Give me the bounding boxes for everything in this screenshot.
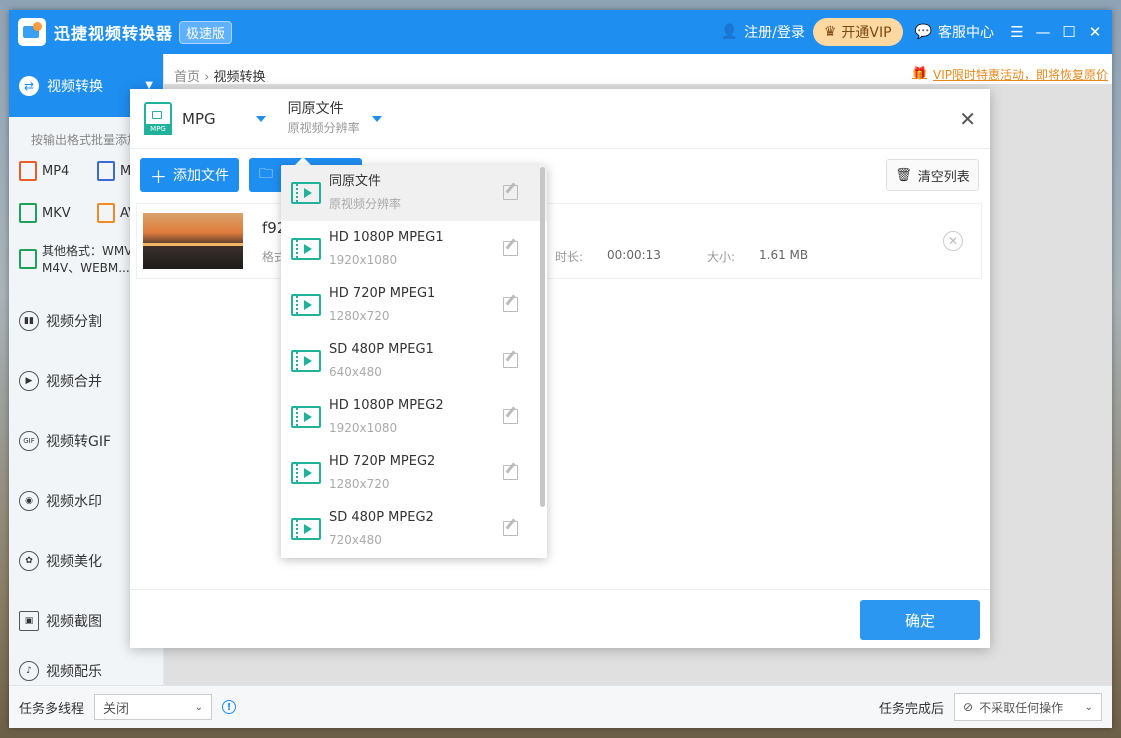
resolution-dropdown-arrow-icon[interactable]: [371, 115, 382, 122]
format-dropdown-arrow-icon[interactable]: [255, 115, 266, 122]
edit-icon[interactable]: [503, 521, 518, 536]
resolution-dropdown: 同原文件 原视频分辨率 HD 1080P MPEG1 1920x1080 HD 72…: [281, 165, 547, 558]
convert-icon: ⇄: [19, 75, 39, 96]
plus-icon: ＋: [150, 167, 167, 188]
clear-list-button[interactable]: 🗑 清空列表: [886, 159, 979, 191]
service-button[interactable]: 💬 客服中心: [915, 22, 994, 42]
resolution-option[interactable]: SD 480P MPEG1 640x480: [281, 333, 547, 389]
video-icon: [291, 294, 321, 316]
avi-file-icon: [97, 203, 115, 223]
confirm-button[interactable]: 确定: [860, 600, 980, 640]
app-logo-icon: [18, 18, 46, 46]
video-icon: [291, 406, 321, 428]
size-value: 1.61 MB: [759, 248, 809, 262]
output-format[interactable]: MPG: [182, 110, 216, 128]
edit-icon[interactable]: [503, 409, 518, 424]
threads-value: 关闭: [103, 701, 130, 717]
mpg-file-icon: MPG: [144, 102, 172, 135]
after-task-label: 任务完成后: [878, 701, 944, 717]
vip-button[interactable]: ♛ 开通VIP: [812, 18, 903, 46]
crown-icon: ♛: [823, 24, 837, 40]
resolution-option[interactable]: SD 480P MPEG2 720x480: [281, 501, 547, 557]
format-mkv[interactable]: MKV: [19, 203, 97, 223]
size-label: 大小:: [707, 250, 736, 264]
edit-icon[interactable]: [503, 185, 518, 200]
chevron-down-icon: ⌄: [1084, 701, 1093, 713]
sidebar-active-label: 视频转换: [47, 78, 103, 95]
edit-icon[interactable]: [503, 353, 518, 368]
after-task-select[interactable]: ⊘ 不采取任何操作 ⌄: [954, 693, 1102, 721]
dropdown-scrollbar[interactable]: [540, 167, 545, 507]
promo-link[interactable]: 🎁 VIP限时特惠活动，即将恢复原价: [912, 66, 1108, 83]
login-label: 注册/登录: [744, 25, 805, 41]
watermark-icon: ◉: [19, 491, 39, 511]
menu-icon[interactable]: ☰: [1004, 10, 1030, 54]
video-icon: [291, 350, 321, 372]
resolution-option[interactable]: HD 720P MPEG1 1280x720: [281, 277, 547, 333]
merge-icon: ▶: [19, 371, 39, 391]
user-icon: 👤: [720, 24, 739, 40]
service-label: 客服中心: [938, 25, 994, 41]
chevron-down-icon: ⌄: [194, 701, 204, 713]
bottom-bar: 任务多线程 关闭 ⌄ ! 任务完成后 ⊘ 不采取任何操作 ⌄: [9, 685, 1112, 728]
resolution-title: 同原文件: [287, 100, 344, 117]
threads-select[interactable]: 关闭 ⌄: [94, 694, 213, 720]
resolution-option[interactable]: HD 1080P MPEG1 1920x1080: [281, 221, 547, 277]
info-icon[interactable]: !: [222, 700, 237, 714]
split-icon: ▮▮: [19, 311, 39, 331]
clear-list-label: 清空列表: [917, 169, 970, 185]
video-icon: [291, 518, 321, 540]
other-file-icon: [19, 249, 37, 269]
close-icon[interactable]: ✕: [959, 107, 976, 131]
breadcrumb: 首页 › 视频转换: [174, 70, 266, 85]
breadcrumb-home[interactable]: 首页: [174, 70, 200, 85]
promo-text: VIP限时特惠活动，即将恢复原价: [933, 68, 1108, 82]
edit-icon[interactable]: [503, 241, 518, 256]
gif-icon: GIF: [19, 431, 39, 451]
resolution-option[interactable]: HD 720P MPEG2 1280x720: [281, 445, 547, 501]
format-mp4[interactable]: MP4: [19, 161, 97, 181]
threads-label: 任务多线程: [19, 701, 85, 717]
video-icon: [291, 182, 321, 204]
add-file-button[interactable]: ＋ 添加文件: [140, 158, 239, 192]
folder-icon: 🗀: [259, 166, 273, 182]
video-icon: [291, 462, 321, 484]
mkv-file-icon: [19, 203, 37, 223]
sidebar-item-music[interactable]: ♪ 视频配乐: [9, 651, 163, 683]
mp4-file-icon: [19, 161, 37, 181]
gift-icon: 🎁: [912, 66, 927, 80]
mov-file-icon: [97, 161, 115, 181]
breadcrumb-current: 视频转换: [213, 70, 266, 85]
app-title: 迅捷视频转换器: [54, 24, 174, 43]
resolution-select[interactable]: 同原文件 原视频分辨率: [288, 100, 360, 138]
video-thumbnail: [143, 213, 243, 269]
vip-label: 开通VIP: [841, 25, 892, 41]
minimize-icon[interactable]: —: [1030, 10, 1056, 54]
chat-icon: 💬: [914, 24, 932, 40]
duration-label: 时长:: [555, 250, 584, 264]
file-row[interactable]: f92 格式 时长: 00:00:13 大小: 1.61 MB ✕: [136, 203, 982, 279]
video-icon: [291, 238, 321, 260]
format-dialog: MPG MPG 同原文件 原视频分辨率 ✕ ＋ 添加文件 🗀 🗑 清空列表 f9…: [130, 89, 990, 648]
edition-badge: 极速版: [179, 20, 233, 44]
screenshot-icon: ▣: [19, 611, 39, 631]
login-button[interactable]: 👤 注册/登录: [721, 22, 805, 42]
duration-value: 00:00:13: [607, 248, 661, 262]
after-task-value: 不采取任何操作: [979, 700, 1064, 715]
add-file-label: 添加文件: [173, 168, 229, 184]
edit-icon[interactable]: [503, 297, 518, 312]
edit-icon[interactable]: [503, 465, 518, 480]
music-icon: ♪: [19, 661, 39, 681]
maximize-icon[interactable]: ☐: [1056, 10, 1082, 54]
beautify-icon: ✿: [19, 551, 39, 571]
close-window-icon[interactable]: ✕: [1082, 10, 1108, 54]
remove-file-icon[interactable]: ✕: [943, 231, 963, 251]
resolution-option[interactable]: 同原文件 原视频分辨率: [281, 165, 547, 221]
ban-icon: ⊘: [963, 700, 974, 714]
resolution-option[interactable]: HD 1080P MPEG2 1920x1080: [281, 389, 547, 445]
trash-icon: 🗑: [895, 167, 912, 183]
resolution-sub: 原视频分辨率: [287, 120, 360, 135]
title-bar: 迅捷视频转换器 极速版 👤 注册/登录 ♛ 开通VIP 💬 客服中心 ☰ — ☐…: [9, 10, 1112, 54]
